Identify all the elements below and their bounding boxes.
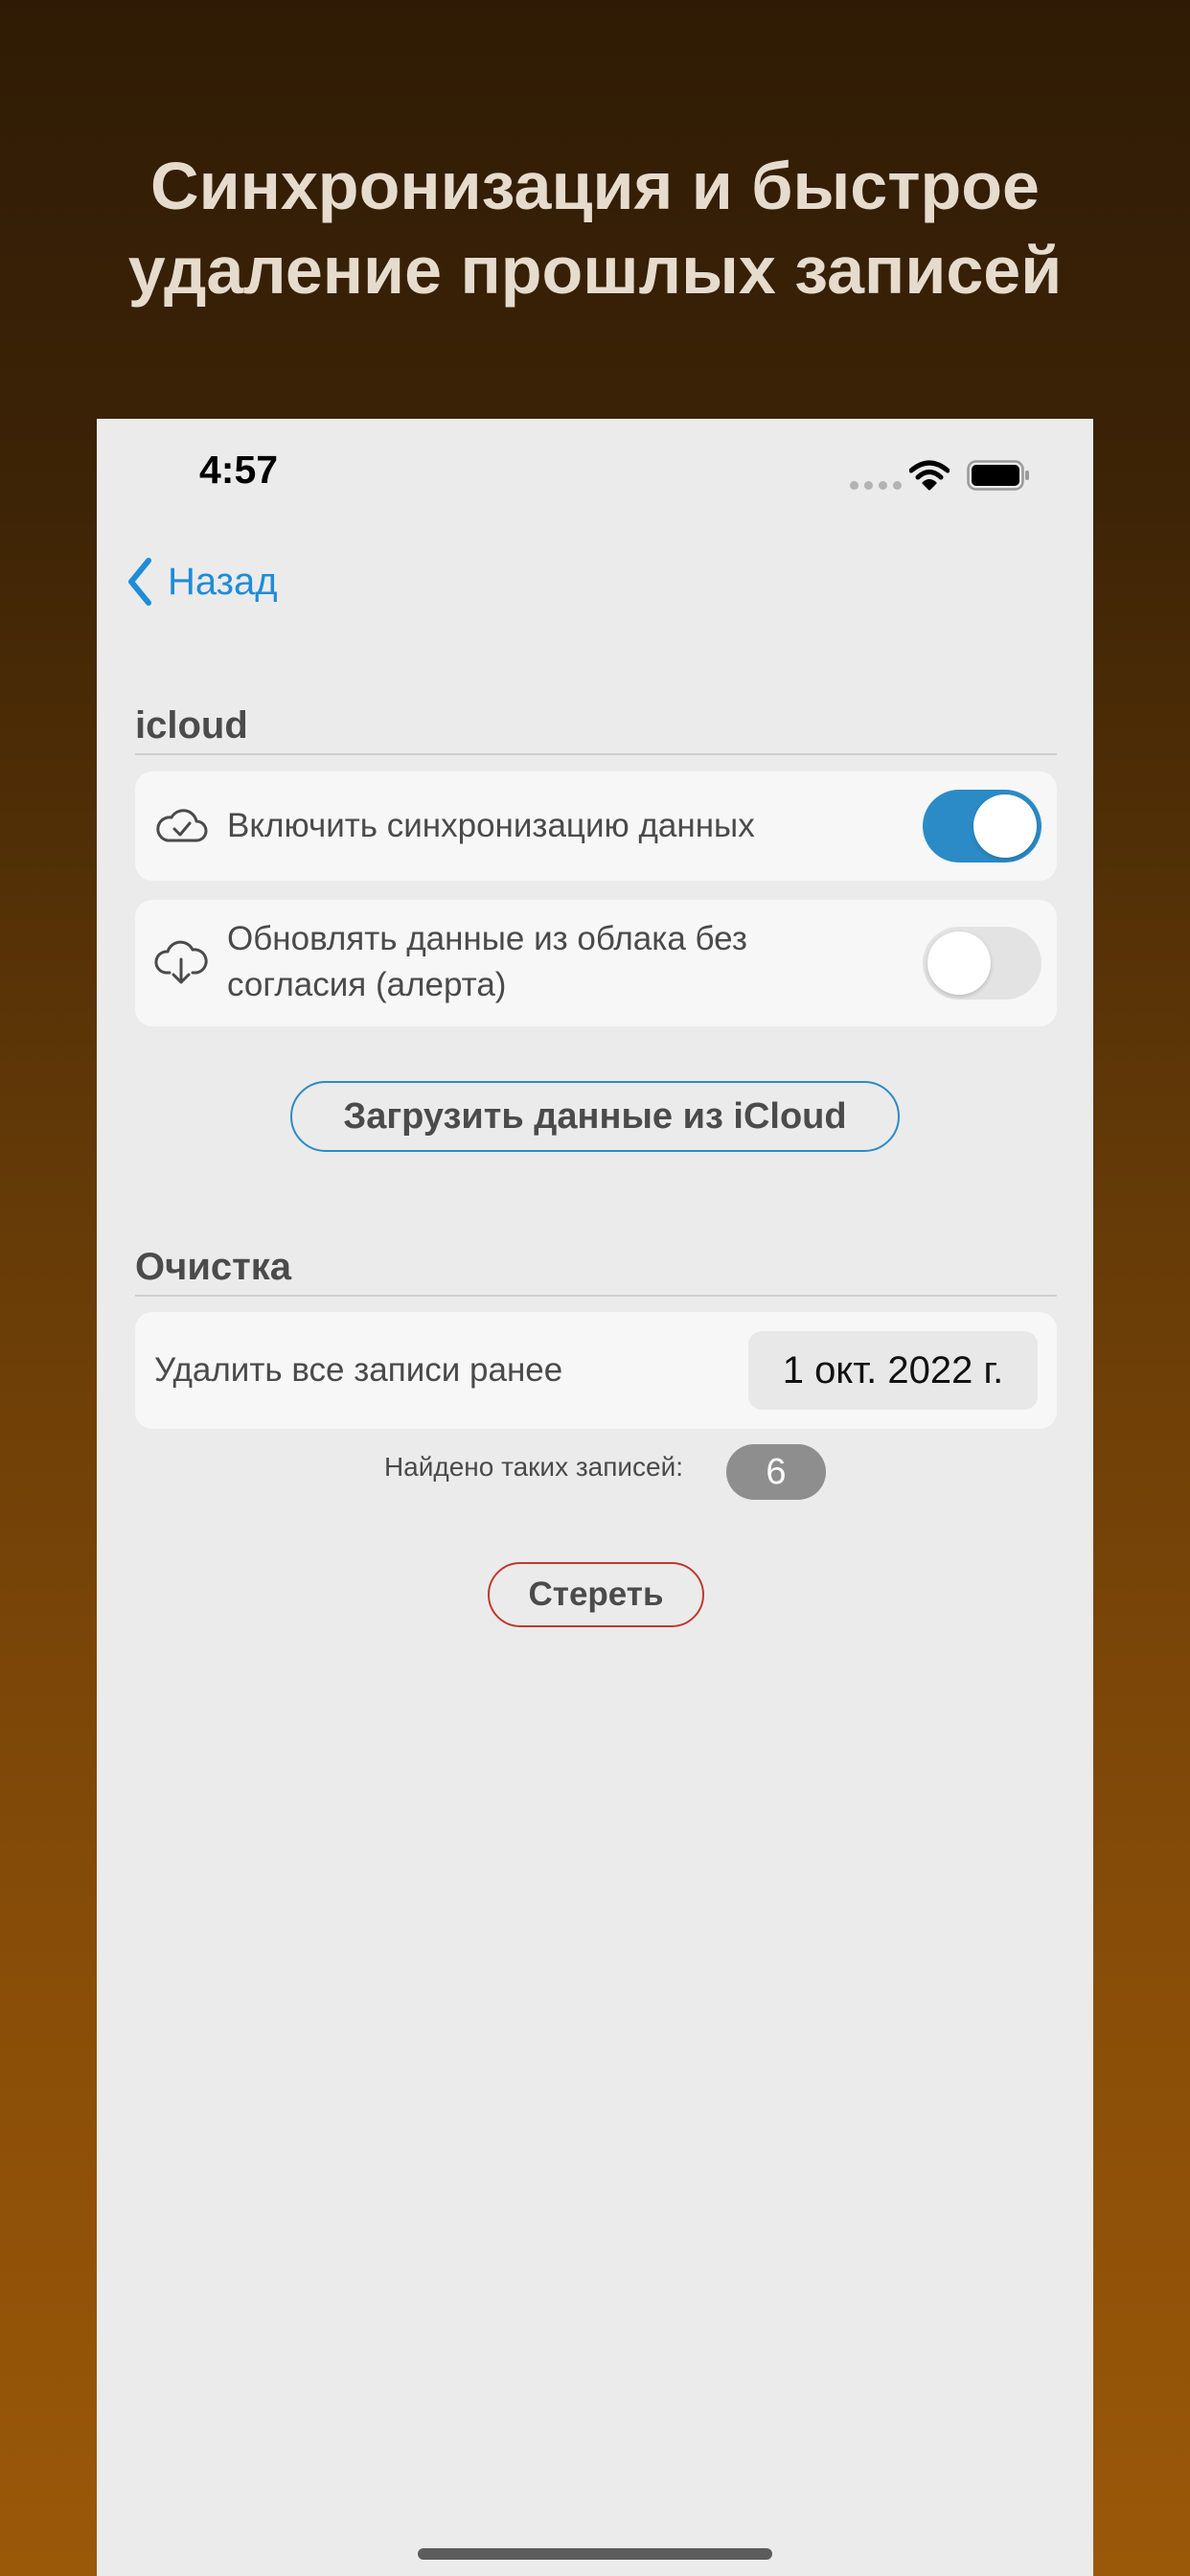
delete-before-label: Удалить все записи ранее [154,1351,563,1389]
cloud-download-icon [154,940,208,984]
promo-title-line2: удаление прошлых записей [127,233,1063,308]
date-picker[interactable]: 1 окт. 2022 г. [748,1331,1038,1410]
auto-update-label: Обновлять данные из облака без согласия … [227,916,747,1008]
promo-title-line1: Синхронизация и быстрое [150,149,1040,223]
back-button[interactable]: Назад [126,553,278,610]
status-time: 4:57 [199,448,279,492]
chevron-left-icon [128,558,151,606]
auto-update-toggle-knob [927,932,991,995]
wifi-icon [909,460,950,491]
phone-screen: 4:57 Назад icloud Включить синхронизацию… [97,419,1093,2576]
sync-toggle[interactable] [923,790,1041,862]
auto-update-label-line2: согласия (алерта) [227,966,507,1003]
delete-before-row: Удалить все записи ранее 1 окт. 2022 г. [135,1312,1057,1429]
load-from-icloud-button[interactable]: Загрузить данные из iCloud [290,1081,900,1152]
auto-update-label-line1: Обновлять данные из облака без [227,920,747,957]
sync-row: Включить синхронизацию данных [135,771,1057,881]
auto-update-toggle[interactable] [923,927,1041,1000]
sync-label: Включить синхронизацию данных [227,807,755,844]
auto-update-row: Обновлять данные из облака без согласия … [135,900,1057,1026]
found-records-label: Найдено таких записей: [383,1452,684,1482]
erase-button[interactable]: Стереть [488,1562,704,1627]
back-button-label: Назад [168,560,278,603]
icloud-section-header: icloud [135,704,1057,755]
battery-icon [967,460,1029,491]
cloud-check-icon [156,809,208,842]
promo-title: Синхронизация и быстрое удаление прошлых… [0,144,1190,312]
home-indicator [418,2548,772,2560]
sync-toggle-knob [973,794,1037,858]
signal-dots-icon [850,481,902,490]
found-count-badge: 6 [726,1444,826,1500]
cleanup-section-header: Очистка [135,1246,1057,1297]
